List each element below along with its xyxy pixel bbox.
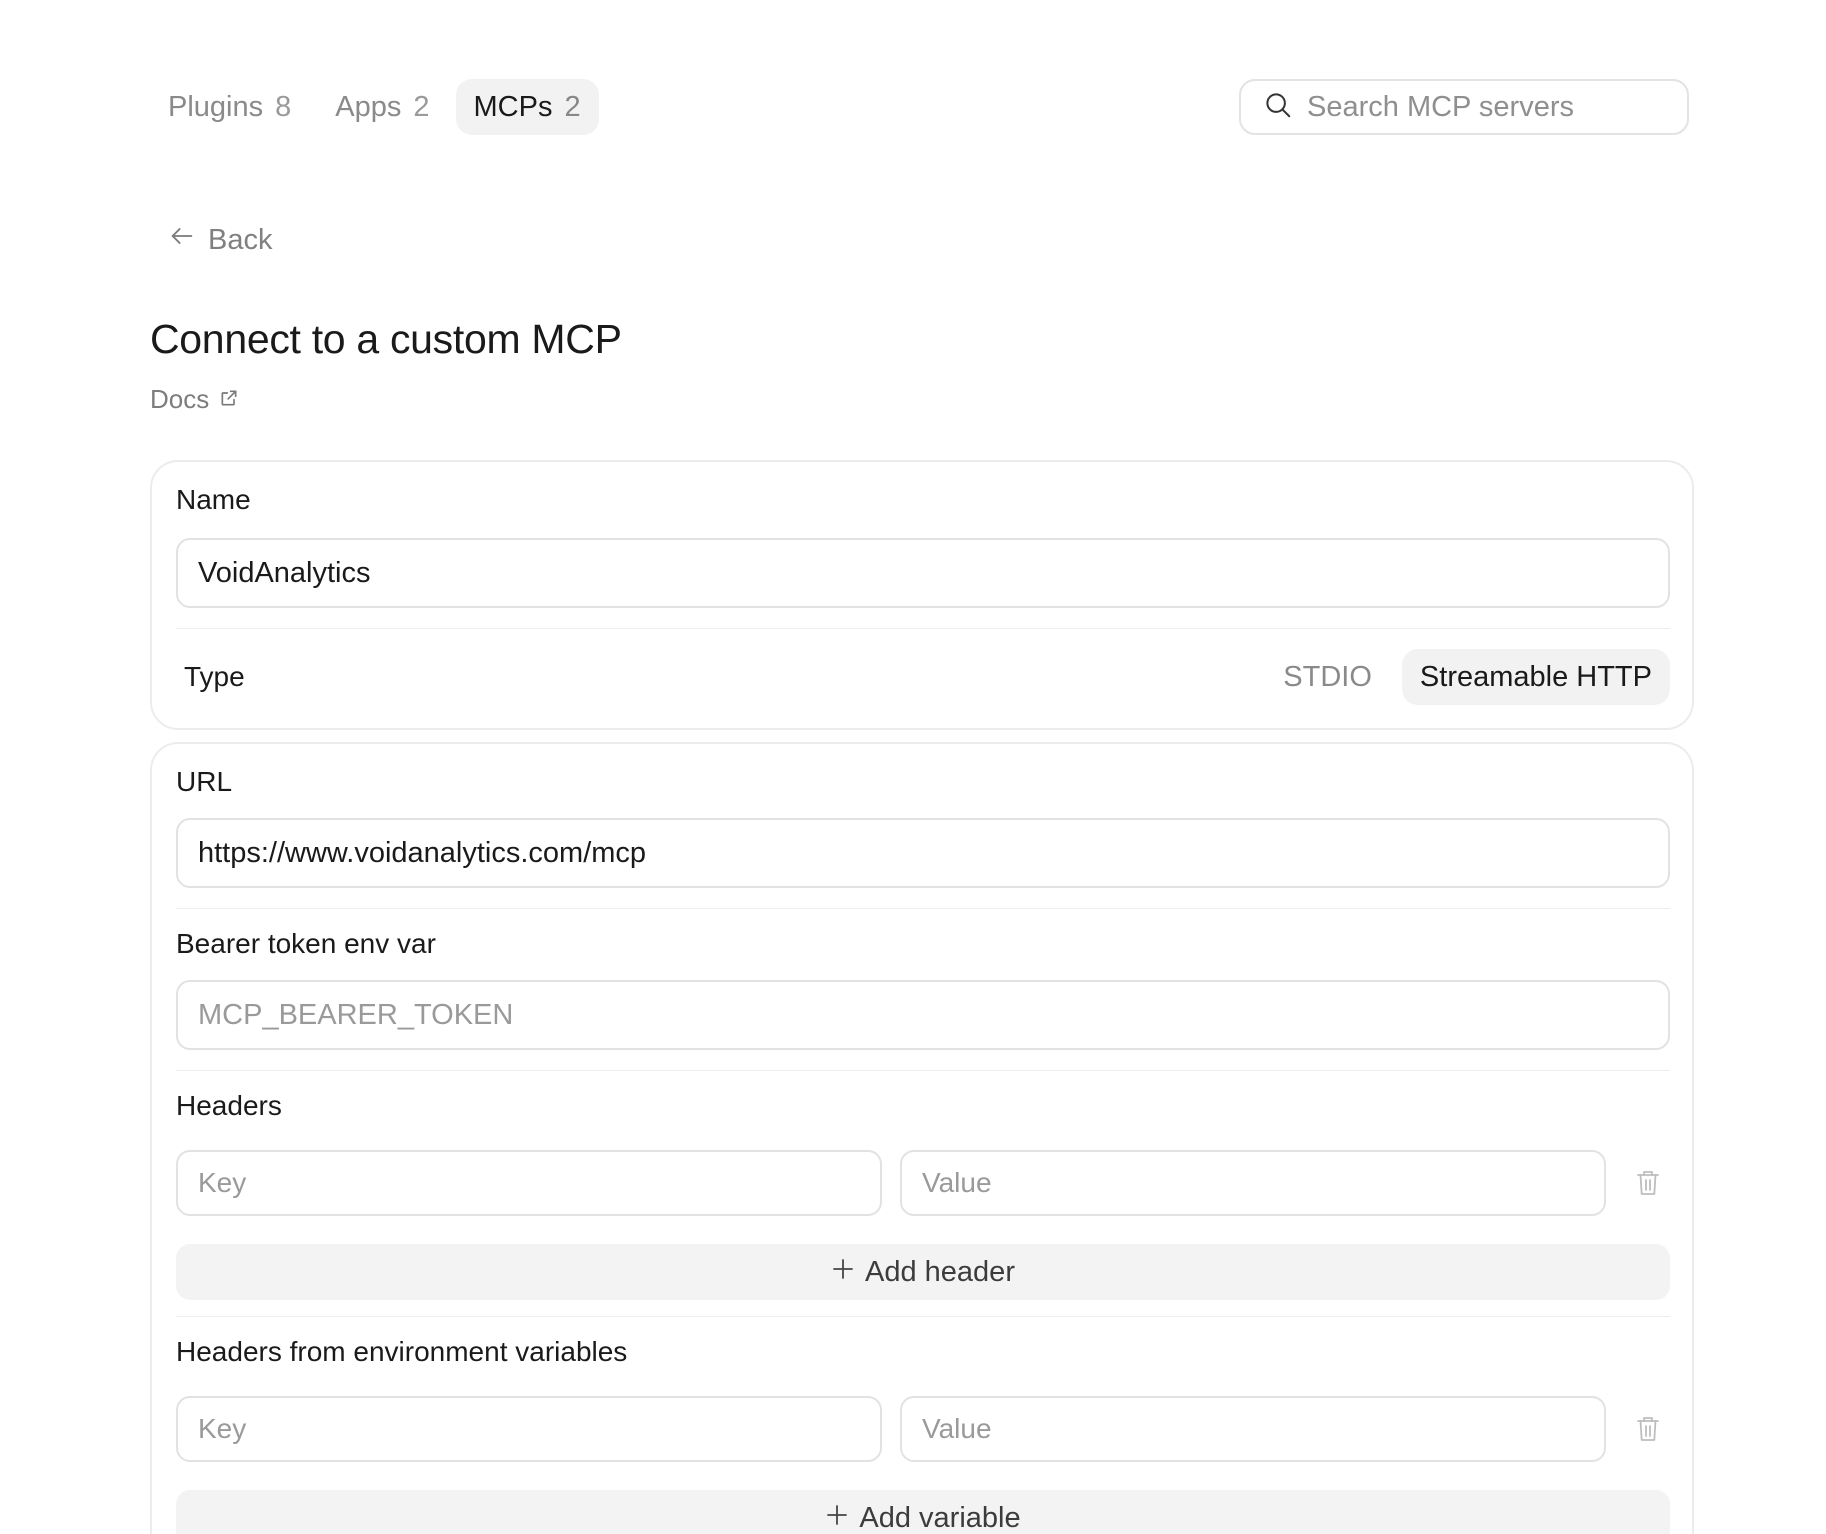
divider [176,1316,1670,1317]
back-label: Back [208,223,273,256]
tab-apps[interactable]: Apps 2 [317,79,447,135]
tab-list: Plugins 8 Apps 2 MCPs 2 [150,79,599,135]
name-input[interactable] [198,556,1668,590]
name-label: Name [176,484,251,515]
type-row: Type STDIO Streamable HTTP [176,648,1670,706]
header-key-input[interactable] [198,1167,880,1199]
tab-label: MCPs [473,90,553,123]
add-header-label: Add header [865,1255,1015,1288]
name-field[interactable] [176,538,1670,608]
env-value-input[interactable] [922,1413,1604,1445]
top-bar: Plugins 8 Apps 2 MCPs 2 [150,78,1689,136]
type-option-streamable-http[interactable]: Streamable HTTP [1401,649,1670,705]
add-variable-label: Add variable [859,1501,1021,1534]
type-selector: STDIO Streamable HTTP [1265,649,1670,705]
external-link-icon [219,384,239,415]
back-button[interactable]: Back [168,222,272,258]
url-label: URL [176,766,233,797]
divider [176,908,1670,909]
env-key-field[interactable] [176,1396,882,1462]
header-value-field[interactable] [900,1150,1606,1216]
env-value-field[interactable] [900,1396,1606,1462]
add-header-button[interactable]: Add header [176,1244,1670,1300]
plus-icon [831,1256,855,1289]
search-icon [1263,90,1293,125]
url-input[interactable] [198,836,1668,870]
tab-plugins[interactable]: Plugins 8 [150,79,309,135]
tab-count: 8 [275,90,292,123]
docs-label: Docs [150,384,210,414]
search-input[interactable] [1307,90,1667,124]
bearer-field[interactable] [176,980,1670,1050]
connection-card: URL Bearer token env var Headers [150,742,1694,1534]
tab-label: Plugins [168,90,264,123]
url-field[interactable] [176,818,1670,888]
env-key-input[interactable] [198,1413,880,1445]
divider [176,628,1670,629]
env-headers-label: Headers from environment variables [176,1336,628,1367]
page-title: Connect to a custom MCP [150,316,622,362]
bearer-label: Bearer token env var [176,928,436,959]
search-box[interactable] [1239,79,1689,135]
header-value-input[interactable] [922,1167,1604,1199]
tab-count: 2 [564,90,581,123]
arrow-left-icon [168,222,196,258]
plus-icon [825,1502,849,1534]
bearer-input[interactable] [198,998,1668,1032]
env-header-row [176,1396,1670,1462]
header-key-field[interactable] [176,1150,882,1216]
divider [176,1070,1670,1071]
trash-icon[interactable] [1634,1413,1662,1445]
add-variable-button[interactable]: Add variable [176,1490,1670,1534]
trash-icon[interactable] [1634,1167,1662,1199]
docs-link[interactable]: Docs [150,384,239,415]
type-label: Type [184,661,245,692]
tab-label: Apps [335,90,402,123]
name-type-card: Name Type STDIO Streamable HTTP [150,460,1694,730]
type-option-stdio[interactable]: STDIO [1265,649,1390,705]
page: Plugins 8 Apps 2 MCPs 2 Search MCP serve… [0,0,1826,1534]
tab-mcps[interactable]: MCPs 2 [455,79,599,135]
headers-label: Headers [176,1090,282,1121]
tab-count: 2 [413,90,430,123]
header-row [176,1150,1670,1216]
